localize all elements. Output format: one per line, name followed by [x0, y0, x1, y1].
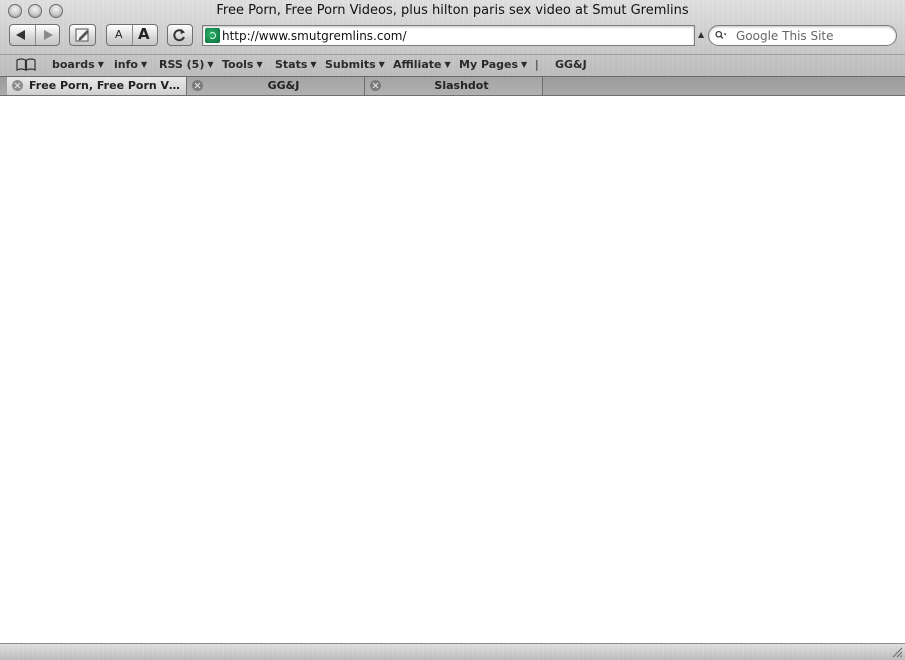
chevron-down-icon: ▼: [310, 60, 317, 69]
bookmarks-bar: boards ▼ info ▼ RSS (5) ▼ Tools ▼ Stats ▼ Sub…: [0, 54, 905, 74]
address-history-chevron-icon[interactable]: ▲: [698, 30, 704, 39]
back-forward-group: [9, 24, 60, 46]
forward-arrow-icon[interactable]: [44, 30, 53, 40]
chevron-down-icon: ▼: [97, 60, 104, 69]
close-tab-icon[interactable]: [192, 80, 203, 91]
bookmark-ggj[interactable]: GG&J: [555, 58, 587, 71]
tab-smut-gremlins[interactable]: Free Porn, Free Porn Videos, plus hilton…: [7, 77, 187, 95]
title-bar[interactable]: Free Porn, Free Porn Videos, plus hilton…: [0, 0, 905, 22]
site-favicon-icon: [205, 28, 220, 43]
bookmark-boards[interactable]: boards ▼: [52, 58, 104, 71]
bookmark-rss[interactable]: RSS (5) ▼: [159, 58, 214, 71]
text-size-group: A A: [106, 24, 158, 46]
window-chrome: Free Porn, Free Porn Videos, plus hilton…: [0, 0, 905, 76]
text-bigger-button[interactable]: A: [138, 25, 150, 43]
tab-slashdot[interactable]: Slashdot: [365, 77, 543, 95]
resize-grip-icon[interactable]: [891, 646, 903, 658]
search-input[interactable]: [736, 27, 886, 44]
address-input[interactable]: [222, 27, 682, 44]
reload-button[interactable]: [167, 24, 193, 46]
chevron-down-icon: ▼: [378, 60, 385, 69]
status-bar: [0, 643, 905, 660]
address-bar[interactable]: [202, 25, 695, 46]
chevron-down-icon: ▼: [521, 60, 528, 69]
tab-label: GG&J: [267, 79, 300, 92]
text-smaller-button[interactable]: A: [115, 28, 123, 41]
bookmark-affiliate[interactable]: Affiliate ▼: [393, 58, 451, 71]
bookmarks-book-icon[interactable]: [15, 58, 37, 71]
close-tab-icon[interactable]: [370, 80, 381, 91]
chevron-down-icon: ▼: [256, 60, 263, 69]
chevron-down-icon: ▼: [444, 60, 451, 69]
bookmark-my-pages[interactable]: My Pages ▼: [459, 58, 527, 71]
close-tab-icon[interactable]: [12, 80, 23, 91]
window-title: Free Porn, Free Porn Videos, plus hilton…: [216, 3, 689, 18]
edit-bookmark-button[interactable]: [69, 24, 96, 46]
chevron-down-icon: ▼: [140, 60, 148, 69]
tab-ggj[interactable]: GG&J: [187, 77, 365, 95]
close-window-button[interactable]: [8, 4, 22, 18]
bookmark-info[interactable]: info ▼: [114, 58, 147, 71]
tab-bar: Free Porn, Free Porn Videos, plus hilton…: [0, 76, 905, 96]
tab-label: Slashdot: [434, 79, 489, 92]
zoom-window-button[interactable]: [49, 4, 63, 18]
bookmark-tools[interactable]: Tools ▼: [222, 58, 263, 71]
search-field[interactable]: [708, 25, 897, 46]
bookmark-stats[interactable]: Stats ▼: [275, 58, 317, 71]
minimize-window-button[interactable]: [28, 4, 42, 18]
pencil-icon: [75, 28, 89, 42]
chevron-down-icon: ▼: [207, 60, 214, 69]
tab-label: Free Porn, Free Porn Videos, plus hilton…: [29, 79, 180, 92]
bookmark-submits[interactable]: Submits ▼: [325, 58, 385, 71]
search-icon[interactable]: [715, 29, 727, 41]
reload-icon: [173, 29, 185, 42]
bookmark-separator: |: [535, 58, 539, 71]
back-arrow-icon[interactable]: [16, 30, 25, 40]
page-content-area[interactable]: [0, 96, 905, 643]
